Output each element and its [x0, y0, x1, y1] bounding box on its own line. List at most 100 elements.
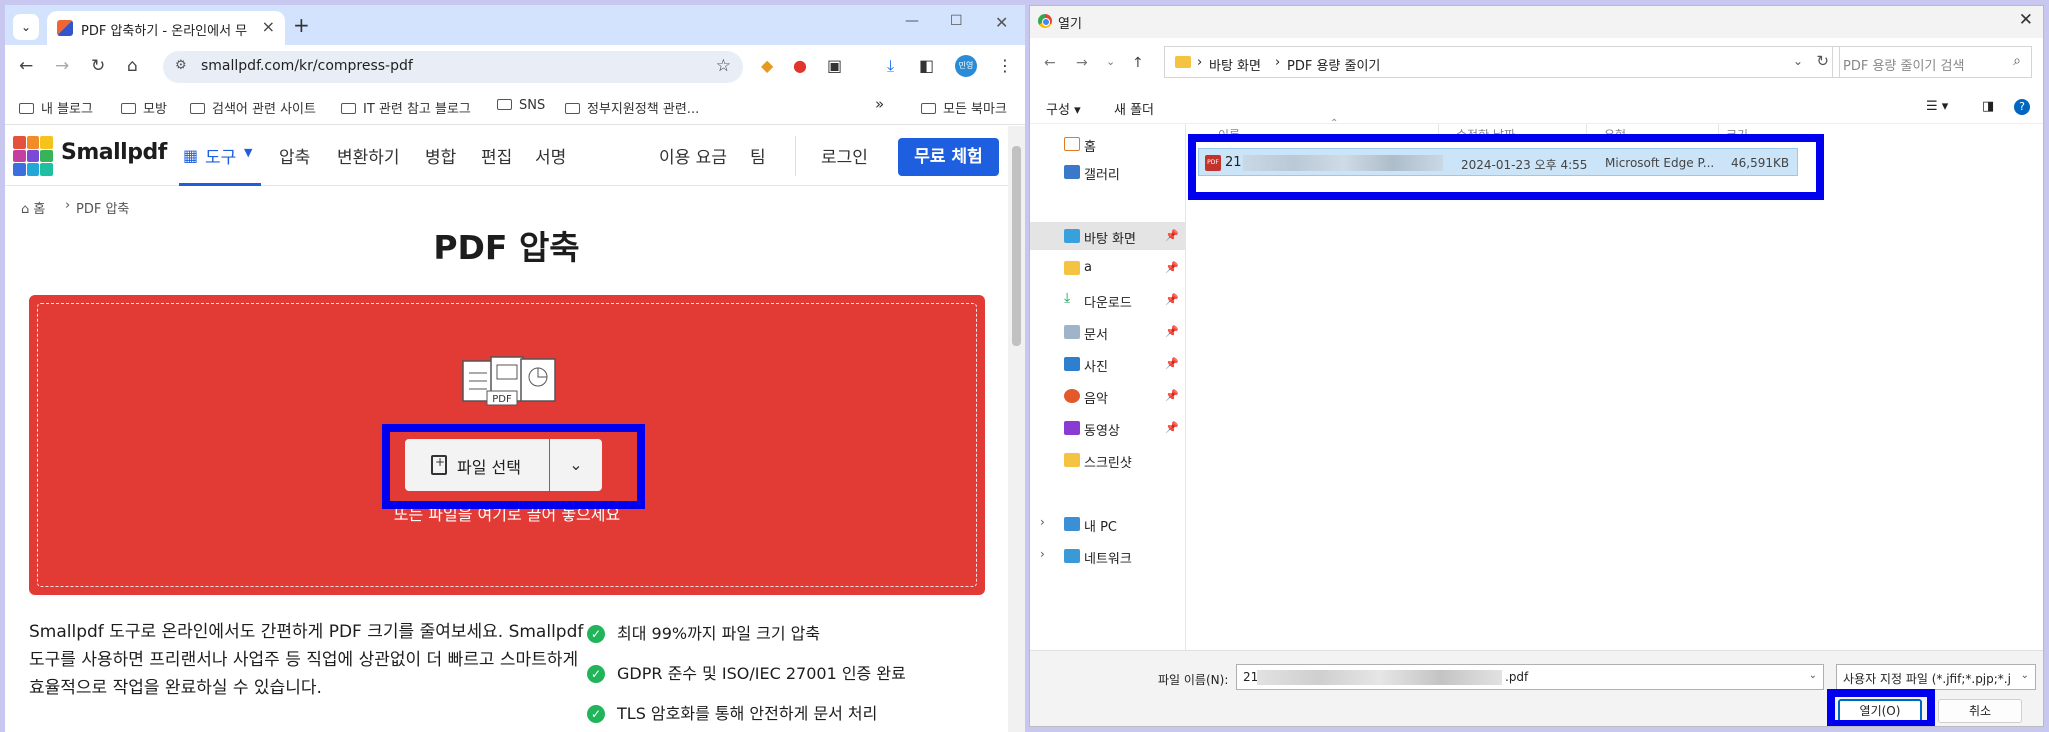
extension-icon-1[interactable]: ◆ — [761, 56, 773, 75]
pin-icon: 📌 — [1165, 389, 1179, 402]
forward-icon[interactable]: → — [1076, 55, 1088, 71]
dialog-search-input[interactable]: PDF 용량 줄이기 검색 ⌕ — [1832, 46, 2032, 78]
new-folder-button[interactable]: 새 폴더 — [1114, 99, 1154, 118]
sidebar-item-a[interactable]: a 📌 — [1030, 254, 1185, 282]
filetype-select[interactable]: 사용자 지정 파일 (*.jfif;*.pjp;*.j ⌄ — [1836, 664, 2036, 690]
extensions-puzzle-icon[interactable]: ▣ — [827, 56, 842, 75]
recent-locations-icon[interactable]: ⌄ — [1106, 55, 1115, 68]
nav-tools[interactable]: 도구 — [205, 143, 236, 168]
sidebar-item-documents[interactable]: 문서 📌 — [1030, 318, 1185, 346]
folder-icon — [565, 103, 580, 114]
nav-merge[interactable]: 병합 — [425, 143, 456, 168]
path-segment[interactable]: 바탕 화면 — [1209, 55, 1261, 74]
breadcrumb-home[interactable]: ⌂ 홈 — [21, 198, 45, 217]
path-segment[interactable]: PDF 용량 줄이기 — [1287, 55, 1380, 74]
dialog-address-bar[interactable]: › 바탕 화면 › PDF 용량 줄이기 ⌄ ↻ — [1164, 46, 1840, 78]
sidebar-item-gallery[interactable]: 갤러리 — [1030, 158, 1185, 186]
up-folder-icon[interactable]: ↑ — [1132, 55, 1144, 71]
download-icon[interactable]: ⤓ — [887, 56, 894, 76]
sidebar-item-pictures[interactable]: 사진 📌 — [1030, 350, 1185, 378]
highlight-box — [1188, 134, 1824, 200]
bookmark-folder[interactable]: IT 관련 참고 블로그 — [341, 98, 471, 117]
sidebar-item-home[interactable]: 홈 — [1030, 130, 1185, 158]
sidebar-item-screenshots[interactable]: 스크린샷 — [1030, 446, 1185, 474]
minimize-icon[interactable]: — — [905, 13, 919, 29]
address-bar[interactable]: ⚙ smallpdf.com/kr/compress-pdf ☆ — [163, 51, 743, 83]
feature-item: ✓ GDPR 준수 및 ISO/IEC 27001 인증 완료 — [587, 660, 906, 684]
tab-search-button[interactable]: ⌄ — [13, 14, 39, 40]
bookmark-folder[interactable]: 모방 — [121, 98, 167, 117]
filename-input[interactable]: 21 .pdf ⌄ — [1236, 664, 1824, 690]
extension-icon-2[interactable]: ● — [793, 56, 807, 75]
close-window-icon[interactable]: ✕ — [995, 13, 1008, 32]
nav-sign[interactable]: 서명 — [535, 143, 566, 168]
close-tab-icon[interactable]: × — [262, 17, 275, 36]
sidebar-item-desktop[interactable]: 바탕 화면 📌 — [1030, 222, 1185, 250]
scrollbar-thumb[interactable] — [1012, 146, 1021, 346]
help-icon[interactable]: ? — [2014, 99, 2030, 115]
expand-icon[interactable]: › — [1040, 547, 1045, 561]
breadcrumb-current: PDF 압축 — [76, 202, 130, 217]
home-icon[interactable]: ⌂ — [127, 56, 138, 76]
all-bookmarks-folder[interactable]: 모든 북마크 — [921, 98, 1007, 117]
nav-compress[interactable]: 압축 — [279, 143, 310, 168]
nav-edit[interactable]: 편집 — [481, 143, 512, 168]
forward-icon[interactable]: → — [55, 56, 69, 76]
site-info-icon[interactable]: ⚙ — [175, 58, 187, 73]
pin-icon: 📌 — [1165, 357, 1179, 370]
dialog-titlebar: 열기 ✕ — [1030, 6, 2043, 38]
sidebar-item-network[interactable]: › 네트워크 — [1030, 542, 1185, 570]
back-icon[interactable]: ← — [1044, 55, 1056, 71]
reload-icon[interactable]: ↻ — [91, 56, 105, 76]
page-scrollbar[interactable] — [1008, 126, 1025, 732]
bookmarks-overflow-icon[interactable]: » — [875, 95, 884, 113]
smallpdf-logo-icon[interactable] — [13, 136, 53, 176]
refresh-icon[interactable]: ↻ — [1816, 52, 1829, 70]
sidebar-item-music[interactable]: 음악 📌 — [1030, 382, 1185, 410]
pin-icon: 📌 — [1165, 229, 1179, 242]
sidebar-item-this-pc[interactable]: › 내 PC — [1030, 510, 1185, 538]
pdf-documents-icon: PDF — [462, 356, 556, 406]
free-trial-button[interactable]: 무료 체험 — [898, 138, 999, 176]
bookmark-star-icon[interactable]: ☆ — [716, 56, 731, 76]
filename-extension: .pdf — [1505, 670, 1529, 684]
new-tab-icon[interactable]: + — [293, 13, 310, 37]
bookmarks-bar: 내 블로그 모방 검색어 관련 사이트 IT 관련 참고 블로그 SNS 정부지… — [5, 89, 1025, 125]
back-icon[interactable]: ← — [19, 56, 33, 76]
chevron-down-icon[interactable]: ⌄ — [1793, 54, 1803, 68]
check-icon: ✓ — [587, 625, 605, 643]
filename-label: 파일 이름(N): — [1158, 673, 1229, 687]
nav-convert[interactable]: 변환하기 — [337, 143, 400, 168]
bookmark-folder[interactable]: 내 블로그 — [19, 98, 93, 117]
profile-avatar[interactable]: 민영 — [955, 55, 977, 77]
side-panel-icon[interactable]: ◧ — [919, 56, 934, 75]
cancel-button[interactable]: 취소 — [1938, 699, 2022, 723]
expand-icon[interactable]: › — [1040, 515, 1045, 529]
chevron-down-icon[interactable]: ⌄ — [1809, 670, 1817, 681]
browser-window: ⌄ PDF 압축하기 - 온라인에서 무 × + — ☐ ✕ ← → ↻ ⌂ ⚙… — [5, 5, 1025, 732]
nav-pricing[interactable]: 이용 요금 — [659, 143, 727, 168]
caret-down-icon[interactable]: ▼ — [244, 146, 252, 159]
maximize-icon[interactable]: ☐ — [950, 13, 963, 29]
pin-icon: 📌 — [1165, 325, 1179, 338]
search-icon: ⌕ — [2013, 53, 2021, 69]
grid-icon[interactable]: ▦ — [183, 146, 198, 165]
pin-icon: 📌 — [1165, 261, 1179, 274]
view-options-icon[interactable]: ☰ ▾ — [1926, 99, 1948, 114]
login-link[interactable]: 로그인 — [821, 143, 868, 168]
feature-item: ✓ TLS 암호화를 통해 안전하게 문서 처리 — [587, 700, 877, 724]
organize-menu[interactable]: 구성 ▾ — [1046, 99, 1081, 118]
more-menu-icon[interactable]: ⋮ — [997, 56, 1013, 75]
dialog-navigation: ← → ⌄ ↑ › 바탕 화면 › PDF 용량 줄이기 ⌄ ↻ PDF 용량 … — [1030, 46, 2043, 82]
folder-icon — [921, 103, 936, 114]
preview-pane-icon[interactable]: ◨ — [1982, 99, 1994, 114]
bookmark-folder[interactable]: SNS — [497, 98, 545, 113]
sidebar-item-videos[interactable]: 동영상 📌 — [1030, 414, 1185, 442]
nav-team[interactable]: 팀 — [750, 143, 766, 168]
sidebar-item-downloads[interactable]: ⤓ 다운로드 📌 — [1030, 286, 1185, 314]
logo-text[interactable]: Smallpdf — [61, 140, 167, 165]
close-icon[interactable]: ✕ — [2019, 10, 2033, 30]
bookmark-folder[interactable]: 검색어 관련 사이트 — [190, 98, 316, 117]
bookmark-folder[interactable]: 정부지원정책 관련... — [565, 98, 699, 117]
tab-active[interactable]: PDF 압축하기 - 온라인에서 무 × — [47, 11, 285, 45]
